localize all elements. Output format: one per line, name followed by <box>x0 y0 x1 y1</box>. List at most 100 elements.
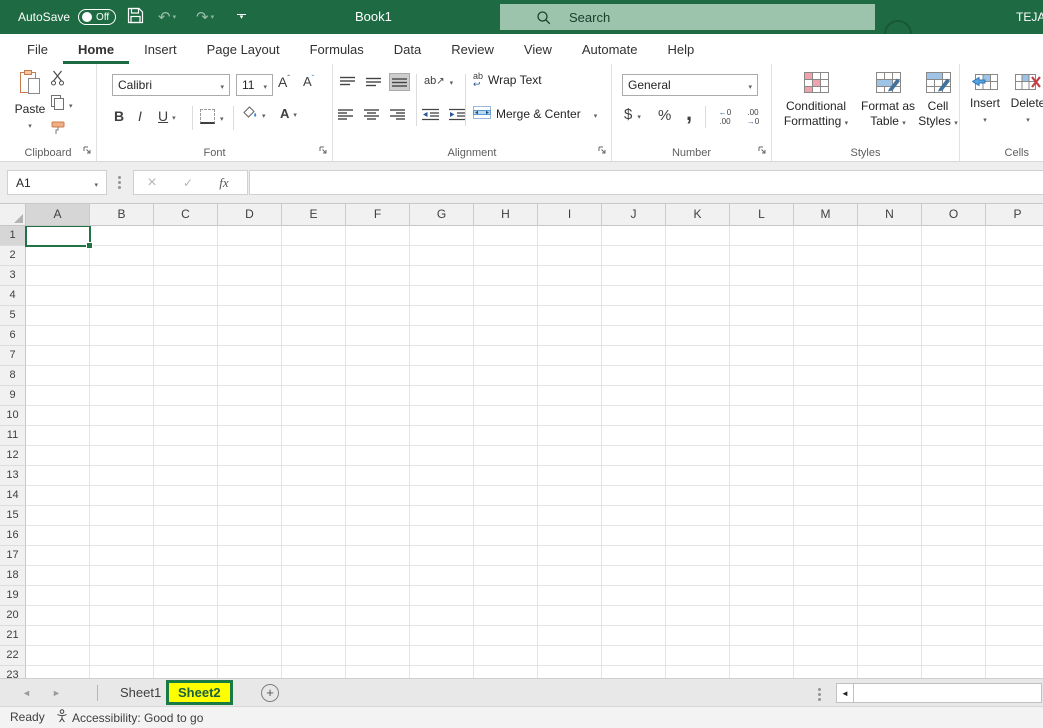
grid-cell-F15[interactable] <box>346 506 410 526</box>
grid-cell-P15[interactable] <box>986 506 1043 526</box>
grid-cell-D18[interactable] <box>218 566 282 586</box>
grid-cell-C3[interactable] <box>154 266 218 286</box>
italic-button[interactable]: I <box>138 108 142 124</box>
grid-cell-C19[interactable] <box>154 586 218 606</box>
grid-cell-D20[interactable] <box>218 606 282 626</box>
grid-cell-N14[interactable] <box>858 486 922 506</box>
grid-cell-I6[interactable] <box>538 326 602 346</box>
grid-cell-D9[interactable] <box>218 386 282 406</box>
grid-cell-O2[interactable] <box>922 246 986 266</box>
grid-cell-C14[interactable] <box>154 486 218 506</box>
grid-cell-G2[interactable] <box>410 246 474 266</box>
grid-cell-G19[interactable] <box>410 586 474 606</box>
grid-cell-E16[interactable] <box>282 526 346 546</box>
grid-cell-B21[interactable] <box>90 626 154 646</box>
grid-cell-P7[interactable] <box>986 346 1043 366</box>
grid-cell-K23[interactable] <box>666 666 730 678</box>
grid-cell-H22[interactable] <box>474 646 538 666</box>
grid-cell-E3[interactable] <box>282 266 346 286</box>
grid-cell-I9[interactable] <box>538 386 602 406</box>
grid-cell-J7[interactable] <box>602 346 666 366</box>
formula-bar-grip[interactable] <box>118 176 121 189</box>
account-user-name[interactable]: TEJA <box>1016 0 1043 34</box>
grid-cell-L23[interactable] <box>730 666 794 678</box>
grid-cell-M9[interactable] <box>794 386 858 406</box>
grid-cell-C20[interactable] <box>154 606 218 626</box>
grid-cell-H17[interactable] <box>474 546 538 566</box>
grid-cell-J5[interactable] <box>602 306 666 326</box>
grid-cell-D7[interactable] <box>218 346 282 366</box>
sheet-nav-right-icon[interactable]: ► <box>52 679 61 706</box>
grid-cell-P2[interactable] <box>986 246 1043 266</box>
new-sheet-button[interactable]: + <box>261 684 279 702</box>
grid-cell-B7[interactable] <box>90 346 154 366</box>
grid-cell-D6[interactable] <box>218 326 282 346</box>
grid-cell-C17[interactable] <box>154 546 218 566</box>
grid-cell-O23[interactable] <box>922 666 986 678</box>
grid-cell-J9[interactable] <box>602 386 666 406</box>
grid-cell-E4[interactable] <box>282 286 346 306</box>
grid-cell-G7[interactable] <box>410 346 474 366</box>
grid-cell-A5[interactable] <box>26 306 90 326</box>
grid-cell-B5[interactable] <box>90 306 154 326</box>
grid-cell-E13[interactable] <box>282 466 346 486</box>
grid-cell-G23[interactable] <box>410 666 474 678</box>
grid-cell-G5[interactable] <box>410 306 474 326</box>
column-header-D[interactable]: D <box>218 204 282 226</box>
grid-cell-A21[interactable] <box>26 626 90 646</box>
grid-cell-D10[interactable] <box>218 406 282 426</box>
grid-cell-E6[interactable] <box>282 326 346 346</box>
cell-styles-button[interactable]: Cell Styles <box>918 72 958 131</box>
column-header-J[interactable]: J <box>602 204 666 226</box>
grid-cell-L1[interactable] <box>730 226 794 246</box>
grid-cell-P20[interactable] <box>986 606 1043 626</box>
grid-cell-D23[interactable] <box>218 666 282 678</box>
column-header-F[interactable]: F <box>346 204 410 226</box>
grid-cell-M22[interactable] <box>794 646 858 666</box>
align-center-button[interactable] <box>364 108 379 124</box>
grid-cell-C12[interactable] <box>154 446 218 466</box>
decrease-font-size-button[interactable]: Aˇ <box>303 74 314 89</box>
grid-cell-C4[interactable] <box>154 286 218 306</box>
grid-cell-P8[interactable] <box>986 366 1043 386</box>
grid-cell-F3[interactable] <box>346 266 410 286</box>
accounting-format-button[interactable]: $ <box>624 106 641 123</box>
grid-cell-M6[interactable] <box>794 326 858 346</box>
grid-cell-K22[interactable] <box>666 646 730 666</box>
grid-cell-E9[interactable] <box>282 386 346 406</box>
grid-cell-A14[interactable] <box>26 486 90 506</box>
grid-cell-B10[interactable] <box>90 406 154 426</box>
grid-cell-K1[interactable] <box>666 226 730 246</box>
grid-cell-D1[interactable] <box>218 226 282 246</box>
grid-cell-N6[interactable] <box>858 326 922 346</box>
row-header-22[interactable]: 22 <box>0 646 26 666</box>
grid-cell-P1[interactable] <box>986 226 1043 246</box>
insert-cells-button[interactable]: Insert <box>966 74 1004 128</box>
grid-cell-P21[interactable] <box>986 626 1043 646</box>
grid-cell-O3[interactable] <box>922 266 986 286</box>
grid-cell-F5[interactable] <box>346 306 410 326</box>
grid-cell-D16[interactable] <box>218 526 282 546</box>
grid-cell-K8[interactable] <box>666 366 730 386</box>
grid-cell-H6[interactable] <box>474 326 538 346</box>
grid-cell-F14[interactable] <box>346 486 410 506</box>
grid-cell-E21[interactable] <box>282 626 346 646</box>
grid-cell-G16[interactable] <box>410 526 474 546</box>
grid-cell-C21[interactable] <box>154 626 218 646</box>
grid-cell-H15[interactable] <box>474 506 538 526</box>
grid-cell-G4[interactable] <box>410 286 474 306</box>
grid-cell-P10[interactable] <box>986 406 1043 426</box>
grid-cell-N20[interactable] <box>858 606 922 626</box>
row-header-10[interactable]: 10 <box>0 406 26 426</box>
grid-cell-M19[interactable] <box>794 586 858 606</box>
grid-cell-B14[interactable] <box>90 486 154 506</box>
grid-cell-I11[interactable] <box>538 426 602 446</box>
grid-cell-P3[interactable] <box>986 266 1043 286</box>
grid-cell-P13[interactable] <box>986 466 1043 486</box>
grid-cell-K19[interactable] <box>666 586 730 606</box>
grid-cell-A9[interactable] <box>26 386 90 406</box>
grid-cell-N19[interactable] <box>858 586 922 606</box>
row-header-1[interactable]: 1 <box>0 226 26 246</box>
increase-indent-button[interactable] <box>449 108 466 124</box>
grid-cell-J23[interactable] <box>602 666 666 678</box>
